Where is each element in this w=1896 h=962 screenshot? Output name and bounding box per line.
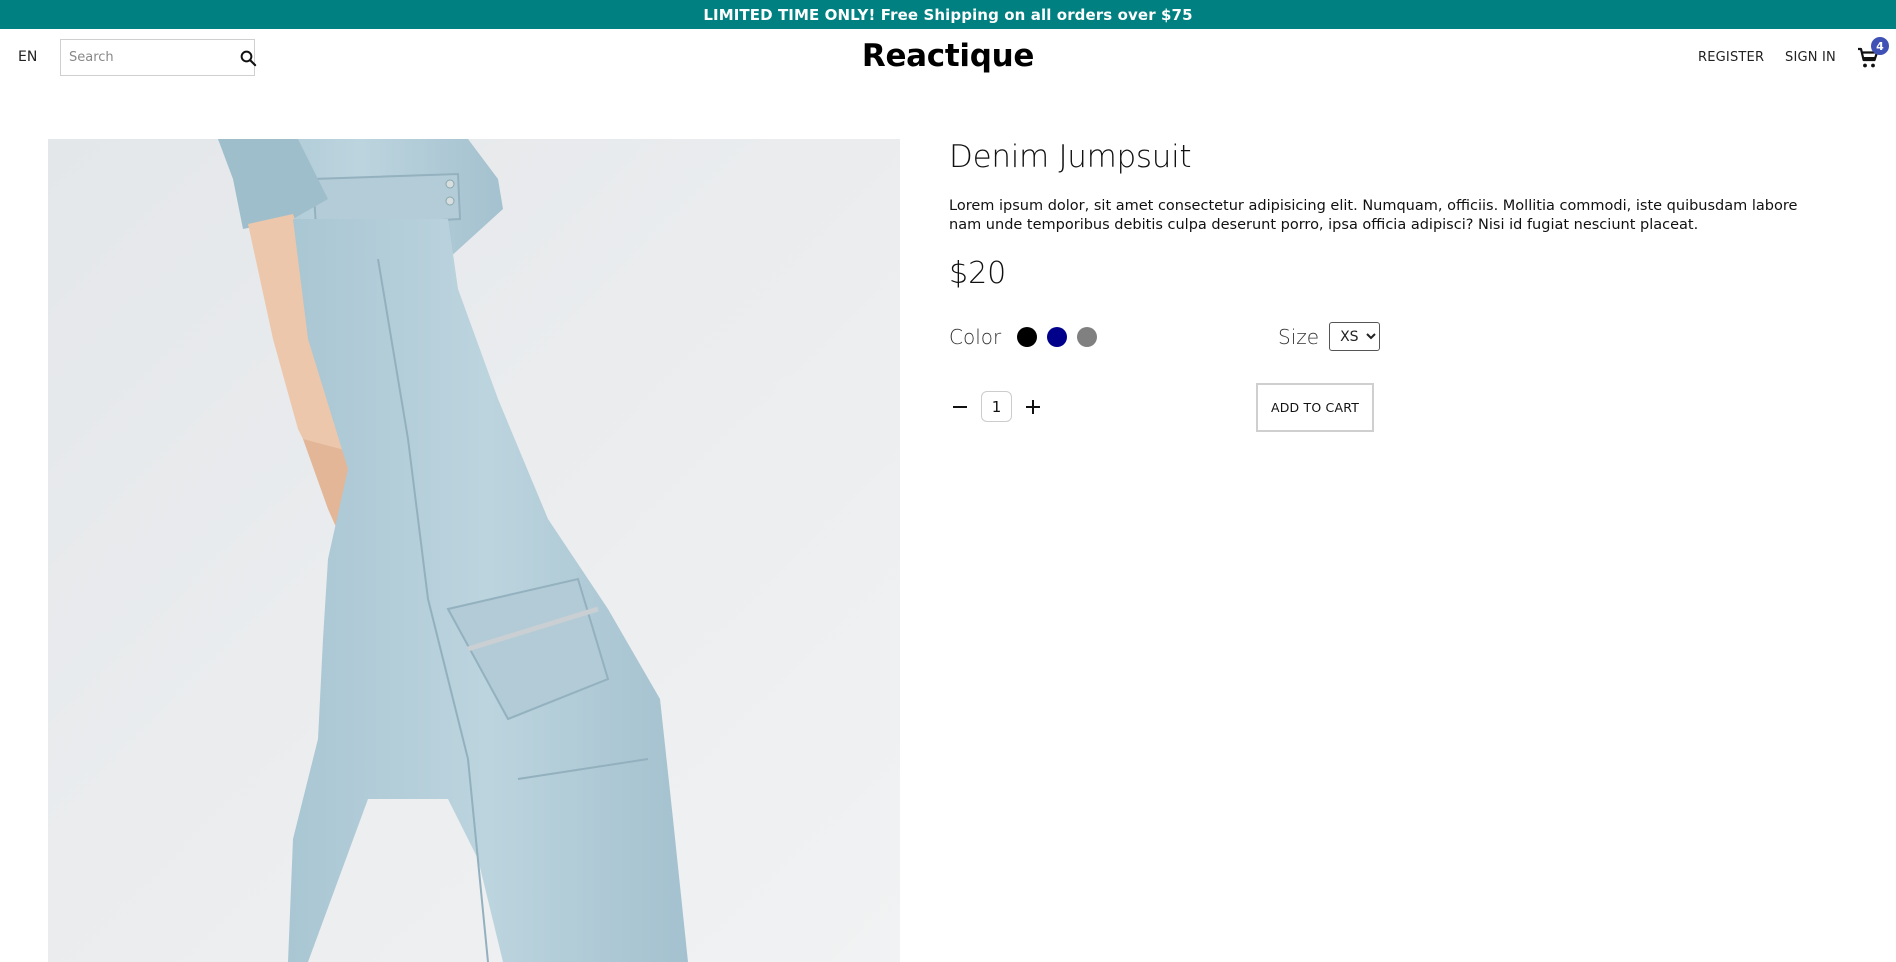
quantity-input[interactable] [981,391,1012,422]
product-details: Denim Jumpsuit Lorem ipsum dolor, sit am… [949,139,1849,432]
add-to-cart-button[interactable]: ADD TO CART [1256,383,1374,432]
brand-logo[interactable]: Reactique [862,38,1035,74]
sign-in-link[interactable]: SIGN IN [1785,50,1836,65]
size-label: Size [1278,324,1320,349]
search-box [60,39,257,76]
promo-banner: LIMITED TIME ONLY! Free Shipping on all … [0,0,1896,29]
minus-icon [953,405,967,408]
product-price: $20 [949,256,1007,291]
cart-count-badge: 4 [1871,37,1889,55]
size-dropdown[interactable]: XS [1329,322,1381,351]
plus-icon [1026,399,1040,414]
product-title: Denim Jumpsuit [949,139,1192,175]
color-label: Color [949,325,1002,349]
color-swatch-black[interactable] [1017,327,1038,347]
register-link[interactable]: REGISTER [1698,50,1764,65]
brand-logo-wrap: Reactique [0,38,1896,74]
size-selector: Size XS [1278,322,1381,351]
color-swatch-gray[interactable] [1077,327,1098,347]
language-selector[interactable]: EN [18,49,37,65]
color-swatch-blue[interactable] [1047,327,1068,347]
search-input[interactable] [61,40,239,75]
product-image [48,139,900,962]
product-description: Lorem ipsum dolor, sit amet consectetur … [949,198,1798,233]
top-navbar: EN Reactique REGISTER SIGN IN 4 [0,29,1896,87]
quantity-stepper [949,391,1044,422]
color-selector: Color [949,325,1098,349]
decrement-button[interactable] [949,396,971,418]
search-icon[interactable] [239,40,257,75]
increment-button[interactable] [1022,396,1044,418]
promo-banner-text: LIMITED TIME ONLY! Free Shipping on all … [703,5,1193,24]
